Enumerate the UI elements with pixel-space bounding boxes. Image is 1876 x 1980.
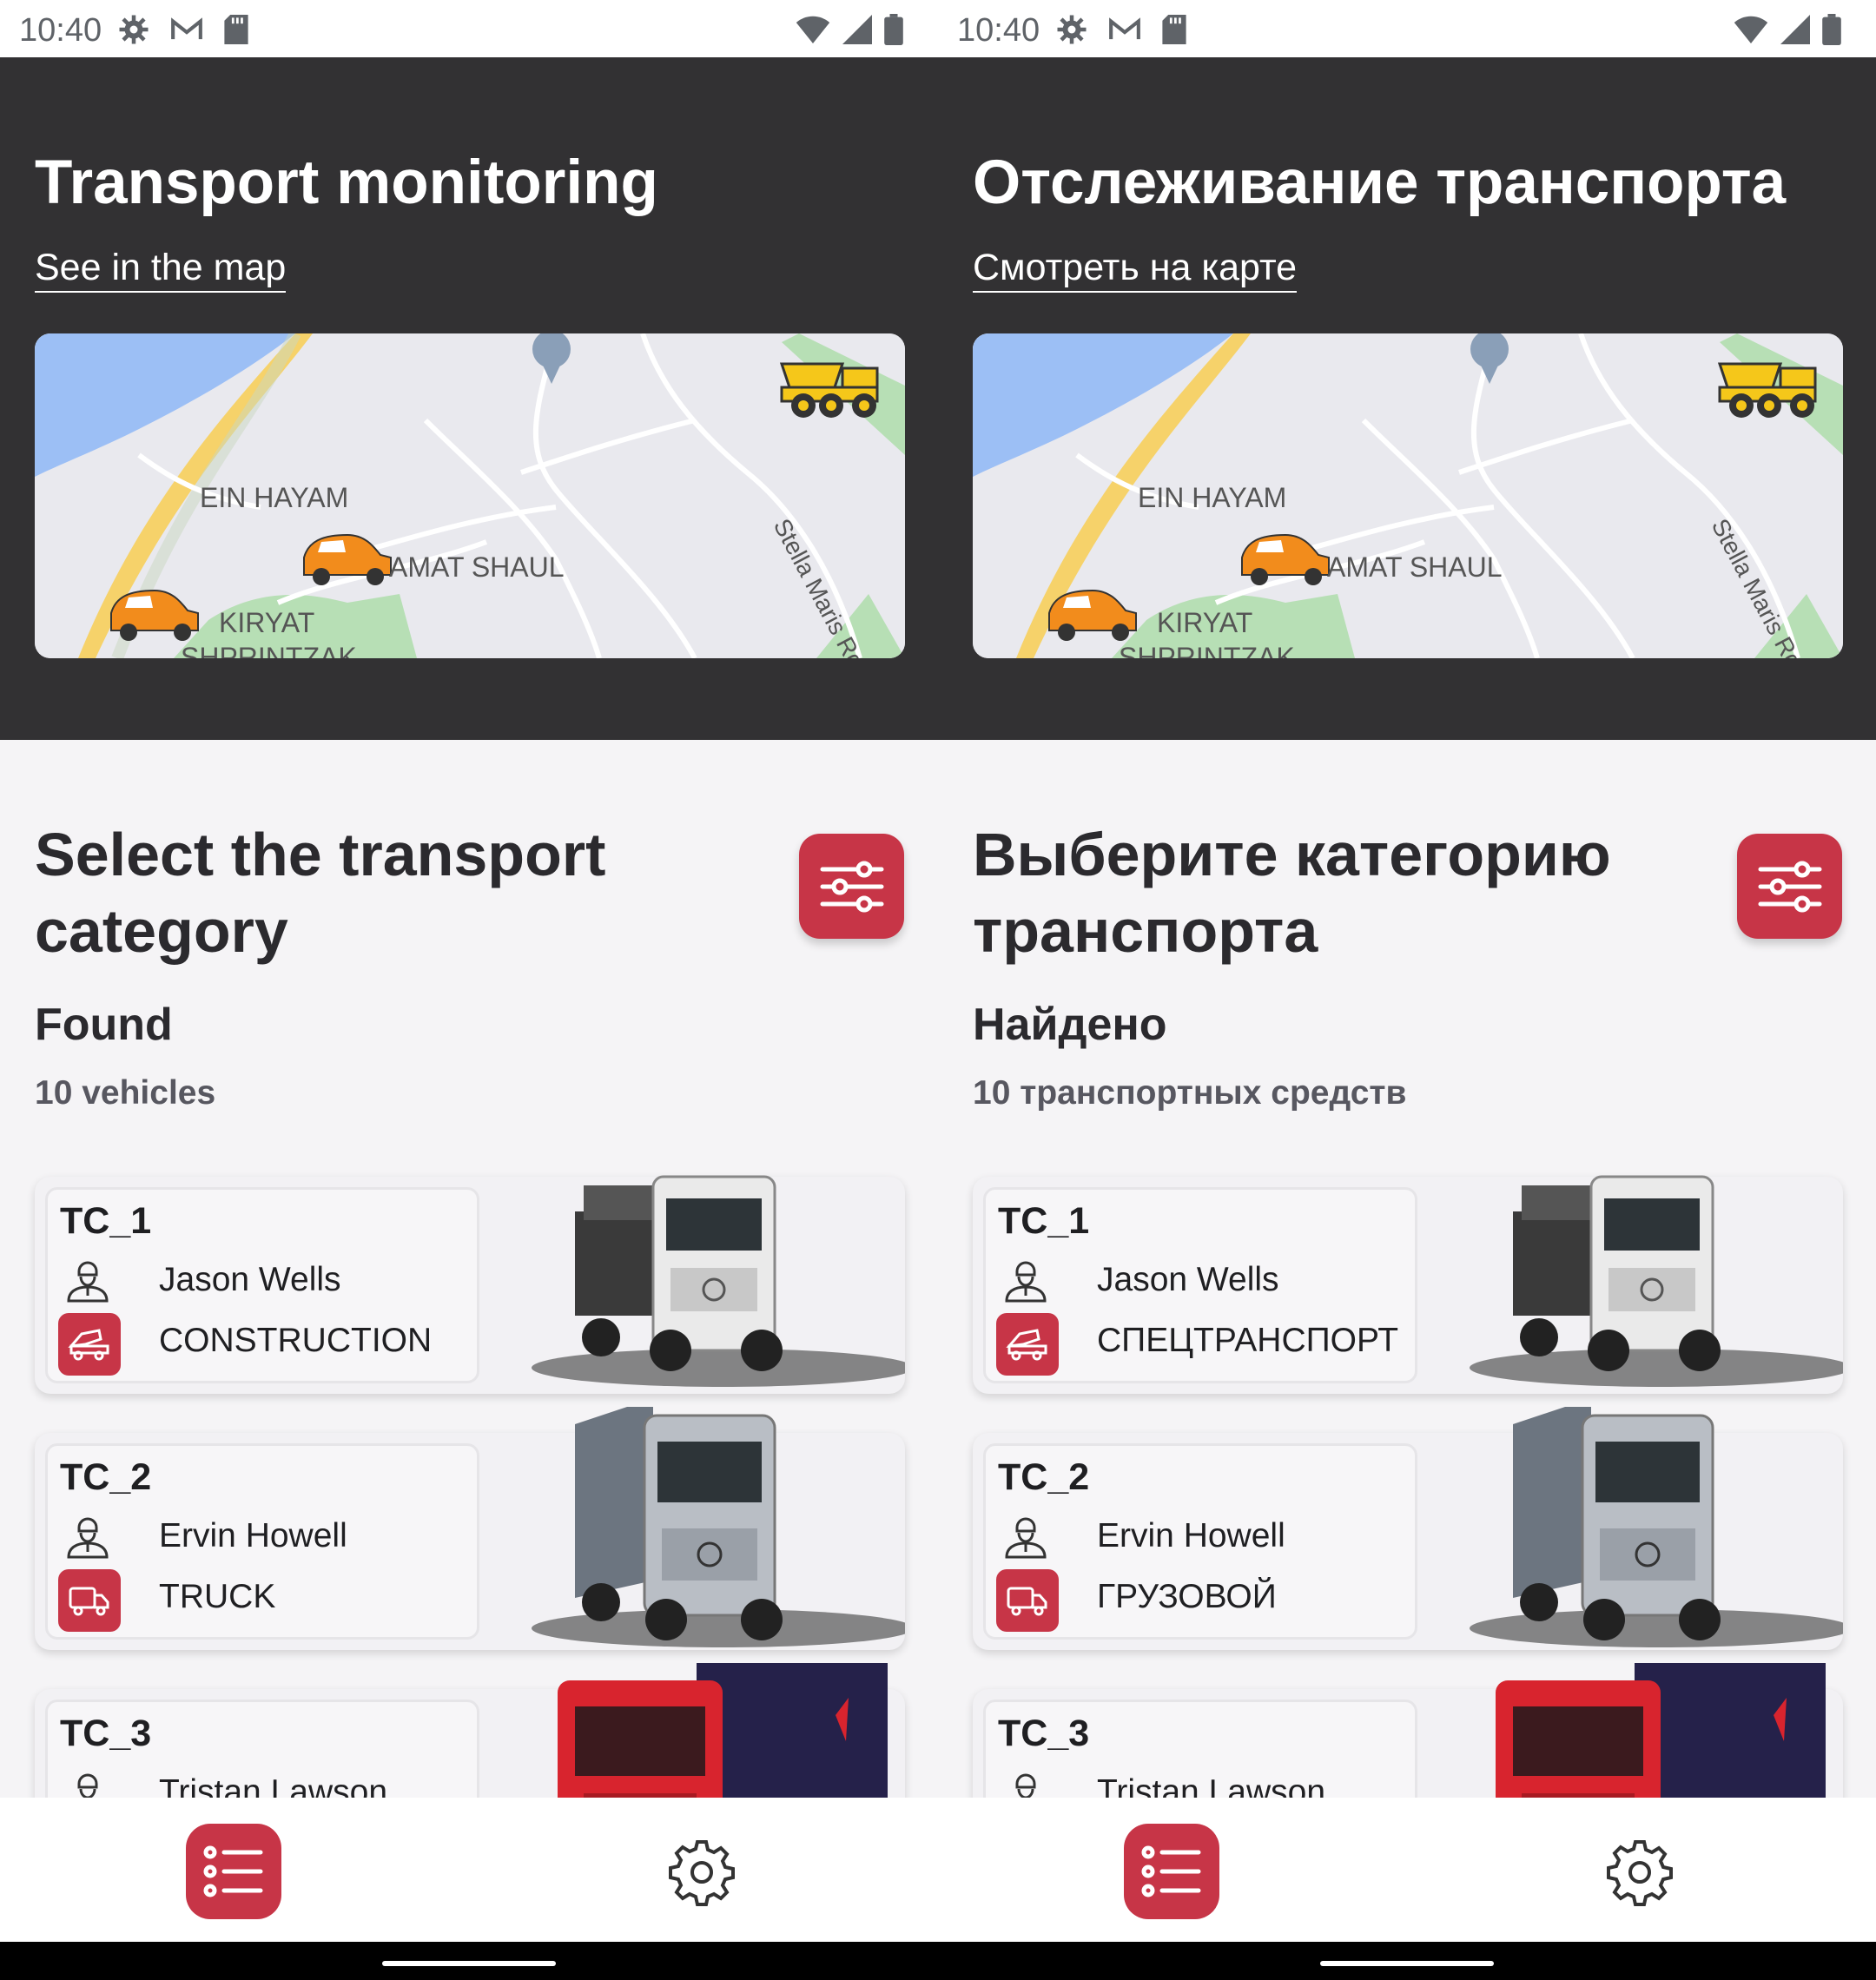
vehicle-info: TC_2 Ervin Howell TRUCK [45, 1443, 479, 1640]
gear-icon [119, 15, 149, 44]
vehicle-id: TC_2 [60, 1456, 152, 1498]
nav-list-button[interactable] [186, 1824, 281, 1919]
wifi-icon [796, 16, 830, 43]
section-title: Выберите категорию транспорта [973, 821, 1611, 965]
delivery-truck-icon [996, 1569, 1059, 1632]
gmail-icon [1109, 17, 1140, 40]
driver-name: Jason Wells [1097, 1261, 1279, 1298]
delivery-truck-icon [58, 1569, 121, 1632]
vehicle-info: TC_1 Jason Wells CONSTRUCTION [45, 1187, 479, 1383]
see-map-link[interactable]: Смотреть на карте [973, 247, 1298, 293]
vehicle-category: TRUCK [159, 1578, 276, 1615]
battery-icon [1822, 14, 1841, 45]
filter-sliders-icon [1758, 861, 1821, 912]
page-title: Transport monitoring [35, 148, 658, 217]
construction-truck-icon [996, 1313, 1059, 1376]
found-count: 10 vehicles [35, 1074, 216, 1112]
sd-card-icon [224, 15, 248, 44]
screen-english: 10:40 Transport monitoring See in the ma… [0, 0, 938, 1980]
map-label-ein-hayam: EIN HAYAM [1138, 482, 1286, 513]
filter-button[interactable] [799, 834, 904, 939]
bottom-navigation [0, 1798, 938, 1942]
nav-list-button[interactable] [1124, 1824, 1219, 1919]
battery-icon [884, 14, 903, 45]
construction-truck-marker[interactable] [779, 362, 879, 418]
home-handle[interactable] [382, 1961, 556, 1966]
vehicle-id: TC_3 [998, 1713, 1090, 1754]
filter-sliders-icon [820, 861, 883, 912]
header: Отслеживание транспорта Смотреть на карт… [938, 57, 1876, 740]
map-label-kiryat: KIRYAT [219, 607, 314, 638]
cell-signal-icon [1780, 15, 1810, 44]
settings-icon[interactable] [667, 1838, 737, 1907]
status-time: 10:40 [957, 12, 1040, 49]
found-label: Found [35, 1000, 173, 1050]
vehicle-info: TC_1 Jason Wells СПЕЦТРАНСПОРТ [983, 1187, 1417, 1383]
driver-icon [67, 1261, 109, 1303]
list-icon [203, 1845, 263, 1898]
vehicle-id: TC_2 [998, 1456, 1090, 1498]
gmail-icon [171, 17, 202, 40]
vehicle-id: TC_1 [60, 1200, 152, 1242]
found-count: 10 транспортных средств [973, 1074, 1407, 1112]
header: Transport monitoring See in the map EIN … [0, 57, 938, 740]
wifi-icon [1734, 16, 1768, 43]
construction-truck-icon [58, 1313, 121, 1376]
cell-signal-icon [842, 15, 872, 44]
vehicle-card[interactable]: TC_1 Jason Wells CONSTRUCTION [35, 1175, 905, 1394]
truck-image [1470, 1175, 1843, 1387]
driver-icon [1005, 1517, 1047, 1559]
settings-icon[interactable] [1605, 1838, 1675, 1907]
bottom-navigation [938, 1798, 1876, 1942]
page-title: Отслеживание транспорта [973, 148, 1787, 217]
section-title: Select the transport category [35, 821, 606, 965]
vehicle-card[interactable]: TC_2 Ervin Howell TRUCK [35, 1407, 905, 1650]
map-label-kiryat: KIRYAT [1157, 607, 1252, 638]
vehicle-card[interactable]: TC_1 Jason Wells СПЕЦТРАНСПОРТ [973, 1175, 1843, 1394]
system-navigation-bar [0, 1942, 938, 1980]
map-preview[interactable]: EIN HAYAM AMAT SHAUL KIRYAT SHPRINTZAK S… [973, 333, 1843, 658]
status-bar: 10:40 [0, 0, 938, 57]
map-label-shprintzak: SHPRINTZAK [1119, 642, 1295, 658]
see-map-link[interactable]: See in the map [35, 247, 287, 293]
truck-image [1470, 1407, 1843, 1647]
construction-truck-marker[interactable] [1717, 362, 1817, 418]
driver-name: Jason Wells [159, 1261, 341, 1298]
status-bar: 10:40 [938, 0, 1876, 57]
filter-button[interactable] [1737, 834, 1842, 939]
truck-image [532, 1407, 905, 1647]
driver-name: Ervin Howell [159, 1517, 347, 1554]
driver-icon [67, 1517, 109, 1559]
vehicle-info: TC_2 Ervin Howell ГРУЗОВОЙ [983, 1443, 1417, 1640]
map-label-shprintzak: SHPRINTZAK [181, 642, 357, 658]
vehicle-card[interactable]: TC_2 Ervin Howell ГРУЗОВОЙ [973, 1407, 1843, 1650]
status-time: 10:40 [19, 12, 102, 49]
map-label-amat-shaul: AMAT SHAUL [1327, 551, 1503, 583]
vehicle-id: TC_3 [60, 1713, 152, 1754]
found-label: Найдено [973, 1000, 1167, 1050]
truck-image [532, 1175, 905, 1387]
vehicle-category: СПЕЦТРАНСПОРТ [1097, 1322, 1399, 1359]
list-icon [1141, 1845, 1201, 1898]
driver-name: Ervin Howell [1097, 1517, 1285, 1554]
driver-icon [1005, 1261, 1047, 1303]
map-label-ein-hayam: EIN HAYAM [200, 482, 348, 513]
system-navigation-bar [938, 1942, 1876, 1980]
gear-icon [1057, 15, 1087, 44]
vehicle-category: ГРУЗОВОЙ [1097, 1578, 1277, 1615]
vehicle-id: TC_1 [998, 1200, 1090, 1242]
home-handle[interactable] [1320, 1961, 1494, 1966]
map-label-amat-shaul: AMAT SHAUL [389, 551, 565, 583]
vehicle-category: CONSTRUCTION [159, 1322, 433, 1359]
screen-russian: 10:40 Отслеживание транспорта Смотреть н… [938, 0, 1876, 1980]
sd-card-icon [1162, 15, 1186, 44]
map-preview[interactable]: EIN HAYAM AMAT SHAUL KIRYAT SHPRINTZAK S… [35, 333, 905, 658]
